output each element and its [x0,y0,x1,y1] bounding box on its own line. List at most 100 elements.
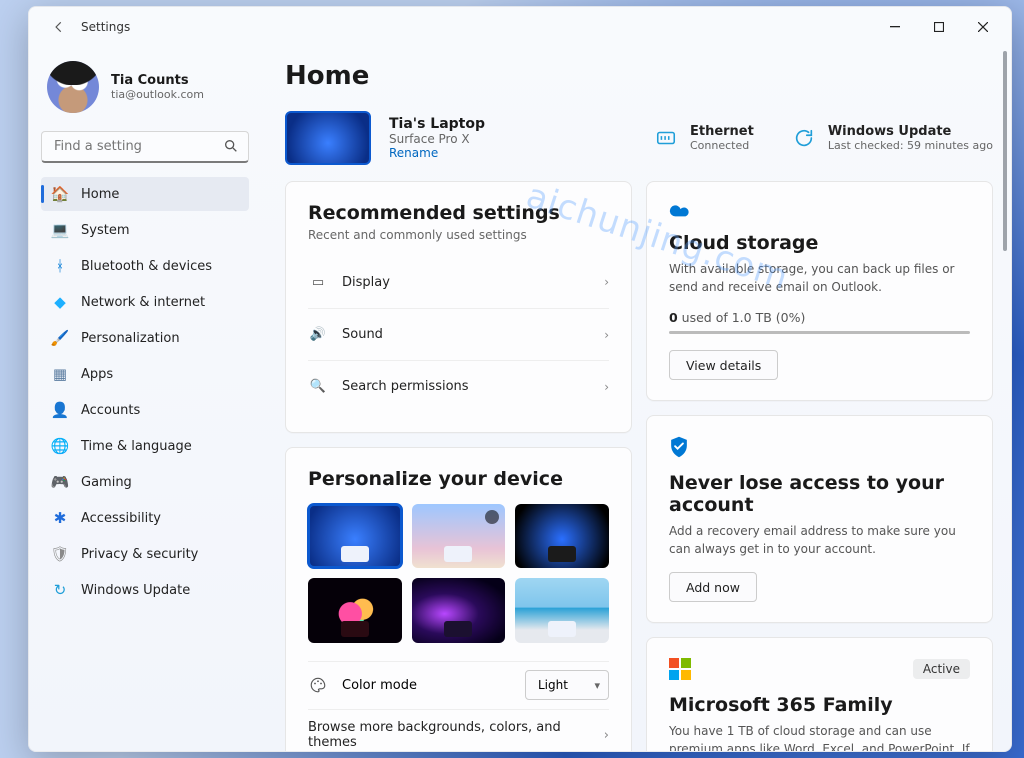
color-mode-select[interactable]: Light ▾ [525,670,609,700]
theme-bloom-dark[interactable] [515,504,609,568]
browse-themes-link[interactable]: Browse more backgrounds, colors, and the… [308,709,609,751]
color-mode-value: Light [538,678,568,692]
theme-grid [308,504,609,643]
system-icon: 💻 [51,221,69,239]
chevron-right-icon: › [604,728,609,743]
sidebar-item-home[interactable]: 🏠Home [41,177,249,211]
nav-list: 🏠Home 💻 System ᚼ Bluetooth & devices ◆ Network… [41,177,249,607]
recovery-card: Never lose access to your account Add a … [646,415,993,623]
sound-icon: 🔊 [308,327,328,342]
update-icon [790,124,818,152]
search-box [41,131,249,163]
sidebar-item-label: Apps [81,367,113,382]
sidebar-item-accounts[interactable]: 👤Accounts [41,393,249,427]
recommended-row-search[interactable]: 🔍 Search permissions › [308,360,609,412]
display-icon: ▭ [308,275,328,290]
gaming-icon: 🎮 [51,473,69,491]
recovery-heading: Never lose access to your account [669,472,970,516]
sidebar-item-label: Home [81,187,119,202]
cloud-icon [669,202,970,222]
network-icon: ◆ [51,293,69,311]
personalization-icon: 🖌️ [51,329,69,347]
color-mode-label: Color mode [342,678,417,693]
close-button[interactable] [961,12,1005,42]
ethernet-icon [652,124,680,152]
sidebar-item-label: Gaming [81,475,132,490]
sidebar-item-personalization[interactable]: 🖌️ Personalization [41,321,249,355]
cloud-desc: With available storage, you can back up … [669,260,970,296]
sidebar-item-apps[interactable]: ▦ Apps [41,357,249,391]
scrollbar[interactable] [1003,47,1007,751]
chevron-right-icon: › [604,328,609,342]
cloud-usage: 0 used of 1.0 TB (0%) [669,310,970,325]
cloud-view-details-button[interactable]: View details [669,350,778,380]
chevron-down-icon: ▾ [594,679,600,692]
device-rename-link[interactable]: Rename [389,146,485,160]
m365-card: Active Microsoft 365 Family You have 1 T… [646,637,993,751]
bluetooth-icon: ᚼ [51,257,69,275]
minimize-icon [890,22,900,32]
sidebar-item-label: Personalization [81,331,180,346]
recommended-heading: Recommended settings [308,202,609,224]
browse-themes-label: Browse more backgrounds, colors, and the… [308,720,604,750]
network-title: Ethernet [690,124,754,139]
sidebar-item-label: Time & language [81,439,192,454]
m365-heading: Microsoft 365 Family [669,694,970,716]
recovery-add-button[interactable]: Add now [669,572,757,602]
cloud-storage-card: Cloud storage With available storage, yo… [646,181,993,401]
maximize-icon [934,22,944,32]
network-status[interactable]: Ethernet Connected [652,124,754,152]
update-title: Windows Update [828,124,993,139]
device-thumbnail[interactable] [285,111,371,165]
recommended-sub: Recent and commonly used settings [308,228,609,242]
theme-bloom-light[interactable] [308,504,402,568]
page-title: Home [285,61,993,91]
sidebar-item-update[interactable]: ↻Windows Update [41,573,249,607]
profile-block[interactable]: Tia Counts tia@outlook.com [41,47,249,131]
row-label: Search permissions [342,379,469,394]
cloud-progress-bar [669,331,970,334]
sidebar-item-system[interactable]: 💻 System [41,213,249,247]
m365-status-badge: Active [913,659,970,679]
minimize-button[interactable] [873,12,917,42]
device-row: Tia's Laptop Surface Pro X Rename Ethern… [285,111,993,165]
settings-window: Settings Tia Counts tia@outlook.com [28,6,1012,752]
sidebar-item-label: Network & internet [81,295,205,310]
apps-icon: ▦ [51,365,69,383]
search-input[interactable] [41,131,249,163]
sidebar-item-bluetooth[interactable]: ᚼ Bluetooth & devices [41,249,249,283]
theme-flow[interactable] [308,578,402,642]
sidebar: Tia Counts tia@outlook.com 🏠Home 💻 System ᚼ… [29,47,261,751]
sidebar-item-network[interactable]: ◆ Network & internet [41,285,249,319]
sidebar-item-time[interactable]: 🌐 Time & language [41,429,249,463]
sidebar-item-privacy[interactable]: 🛡 Privacy & security [41,537,249,571]
chevron-right-icon: › [604,275,609,289]
cloud-heading: Cloud storage [669,232,970,254]
back-button[interactable] [43,11,75,43]
sidebar-item-gaming[interactable]: 🎮 Gaming [41,465,249,499]
theme-sunrise[interactable] [412,504,506,568]
avatar [47,61,99,113]
search-icon: 🔍 [308,379,328,394]
sidebar-item-label: Bluetooth & devices [81,259,212,274]
time-icon: 🌐 [51,437,69,455]
personalize-card: Personalize your device [285,447,632,751]
sidebar-item-label: Accounts [81,403,140,418]
chevron-right-icon: › [604,380,609,394]
update-status[interactable]: Windows Update Last checked: 59 minutes … [790,124,993,152]
recommended-row-display[interactable]: ▭ Display › [308,256,609,308]
recommended-card: Recommended settings Recent and commonly… [285,181,632,433]
privacy-icon: 🛡 [51,545,69,563]
theme-glow[interactable] [412,578,506,642]
search-icon [223,138,239,158]
row-label: Display [342,275,390,290]
profile-email: tia@outlook.com [111,88,204,101]
maximize-button[interactable] [917,12,961,42]
sidebar-item-label: System [81,223,129,238]
sidebar-item-accessibility[interactable]: ✱Accessibility [41,501,249,535]
arrow-left-icon [52,20,66,34]
sidebar-item-label: Privacy & security [81,547,198,562]
recommended-row-sound[interactable]: 🔊Sound› [308,308,609,360]
theme-captured-motion[interactable] [515,578,609,642]
device-model: Surface Pro X [389,132,485,146]
